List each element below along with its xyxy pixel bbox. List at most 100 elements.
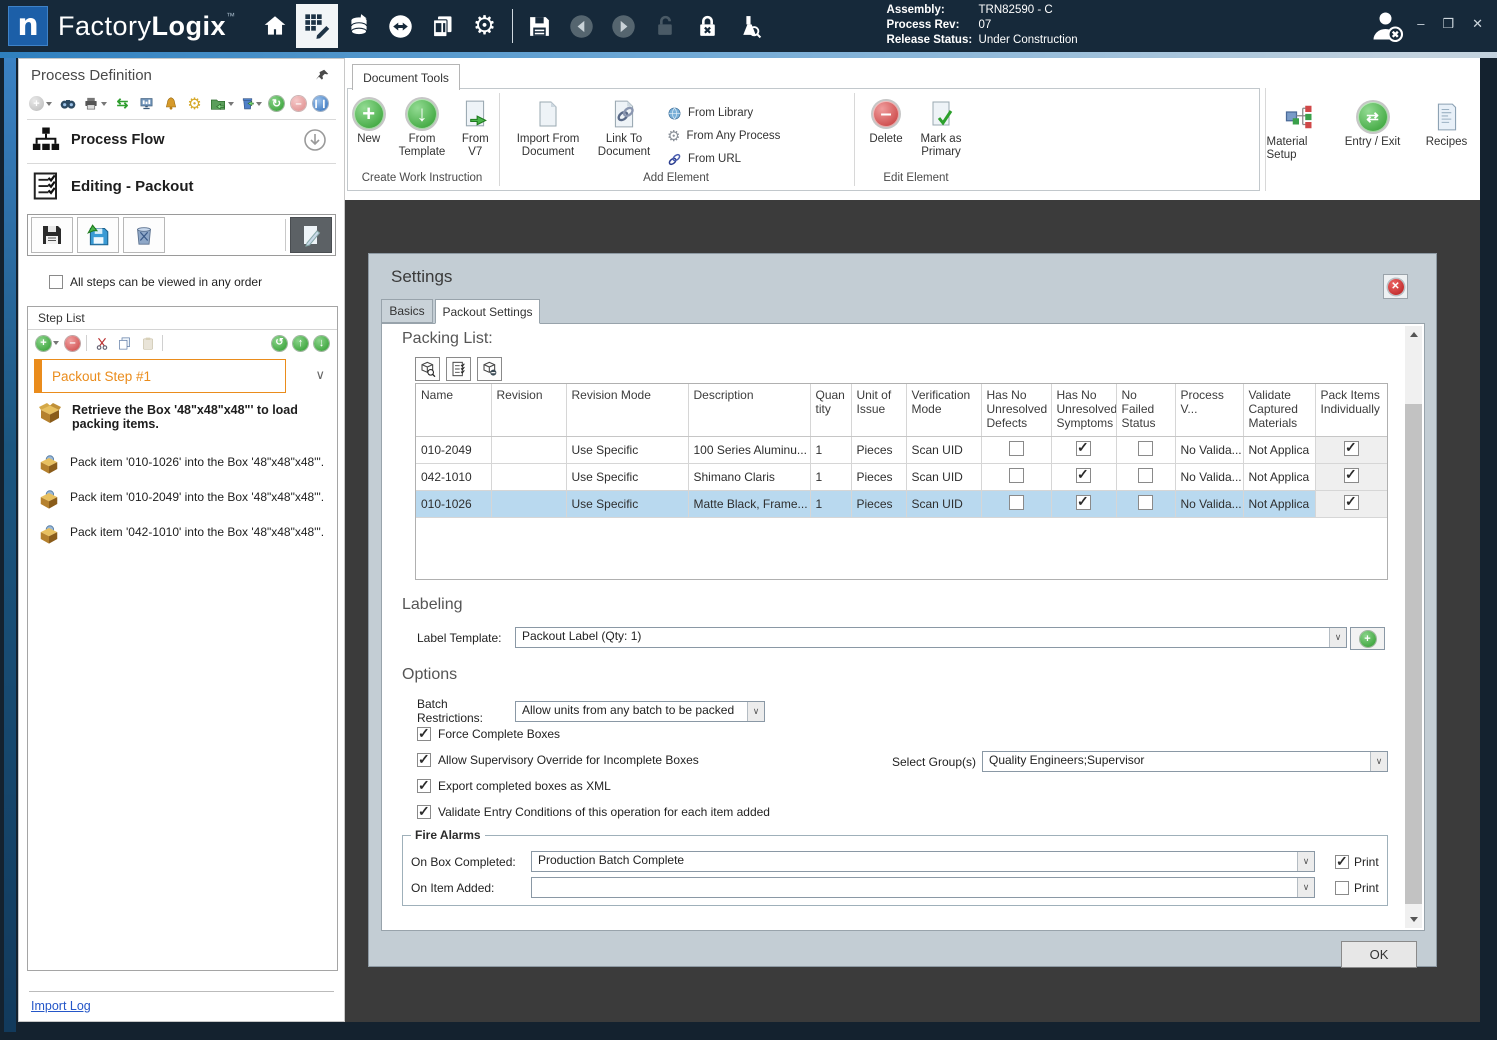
window-maximize-button[interactable]: ❒ bbox=[1442, 16, 1454, 32]
column-header[interactable]: Has No Unresolved Symptoms bbox=[1051, 384, 1117, 437]
delete-element-button[interactable]: – Delete bbox=[863, 95, 909, 146]
row-checkbox[interactable] bbox=[1344, 466, 1359, 483]
window-close-button[interactable]: ✕ bbox=[1472, 16, 1483, 32]
any-order-option[interactable]: All steps can be viewed in any order bbox=[49, 275, 262, 289]
row-checkbox[interactable] bbox=[1138, 468, 1153, 483]
settings-button[interactable]: ⚙ bbox=[464, 4, 506, 48]
on-box-print-checkbox[interactable] bbox=[1335, 853, 1349, 870]
from-library-button[interactable]: From Library bbox=[667, 103, 780, 123]
on-box-completed-dropdown[interactable]: Production Batch Complete ∨ bbox=[531, 851, 1315, 872]
column-header[interactable]: Unit of Issue bbox=[851, 384, 907, 437]
edit-list-button[interactable] bbox=[446, 357, 471, 381]
entry-exit-button[interactable]: ⇄ Entry / Exit bbox=[1341, 98, 1405, 149]
unlock-button[interactable] bbox=[645, 4, 687, 48]
recipes-button[interactable]: Recipes bbox=[1415, 98, 1479, 149]
lock-exclude-button[interactable] bbox=[687, 4, 729, 48]
remove-box-button[interactable] bbox=[477, 357, 502, 381]
column-header[interactable]: Has No Unresolved Defects bbox=[981, 384, 1052, 437]
column-header[interactable]: Revision Mode bbox=[566, 384, 689, 437]
window-minimize-button[interactable]: – bbox=[1417, 16, 1424, 32]
row-checkbox[interactable] bbox=[1138, 441, 1153, 456]
supervisory-override-option[interactable]: Allow Supervisory Override for Incomplet… bbox=[417, 751, 699, 768]
column-header[interactable]: Validate Captured Materials bbox=[1243, 384, 1316, 437]
bell-icon[interactable] bbox=[162, 95, 179, 112]
select-groups-dropdown[interactable]: Quality Engineers;Supervisor ∨ bbox=[982, 751, 1388, 772]
material-setup-button[interactable]: Material Setup bbox=[1267, 98, 1331, 162]
delete-process-button[interactable] bbox=[241, 96, 262, 111]
undo-button[interactable] bbox=[561, 4, 603, 48]
rearrange-icon[interactable]: ⇆ bbox=[114, 95, 131, 112]
column-header[interactable]: Quantity bbox=[810, 384, 852, 437]
column-header[interactable]: Pack Items Individually bbox=[1315, 384, 1387, 437]
table-row[interactable]: 010-2049 Use Specific 100 Series Aluminu..… bbox=[416, 436, 1387, 464]
scroll-down-button[interactable] bbox=[1405, 911, 1422, 928]
row-checkbox[interactable] bbox=[1076, 466, 1091, 483]
tab-basics[interactable]: Basics bbox=[381, 299, 433, 323]
paste-icon[interactable] bbox=[139, 335, 156, 352]
step-activity-item[interactable]: Retrieve the Box '48"x48"x48"' to load p… bbox=[38, 403, 326, 431]
force-complete-boxes-checkbox[interactable] bbox=[417, 725, 431, 742]
validate-entry-conditions-option[interactable]: Validate Entry Conditions of this operat… bbox=[417, 803, 770, 820]
column-header[interactable]: Process V... bbox=[1175, 384, 1244, 437]
mark-as-primary-button[interactable]: Mark as Primary bbox=[913, 95, 969, 159]
table-row[interactable]: 010-1026 Use Specific Matte Black, Frame..… bbox=[416, 490, 1387, 518]
documents-button[interactable] bbox=[422, 4, 464, 48]
pin-icon[interactable] bbox=[316, 68, 330, 82]
batch-restrictions-dropdown[interactable]: Allow units from any batch to be packed ∨ bbox=[515, 700, 765, 722]
on-item-added-dropdown[interactable]: ∨ bbox=[531, 877, 1315, 898]
any-order-checkbox[interactable] bbox=[49, 275, 63, 289]
supervisory-override-checkbox[interactable] bbox=[417, 751, 431, 768]
redo-button[interactable] bbox=[603, 4, 645, 48]
materials-button[interactable] bbox=[338, 4, 380, 48]
scrollbar-thumb[interactable] bbox=[1405, 404, 1422, 904]
gear-gold-icon[interactable]: ⚙ bbox=[186, 94, 203, 113]
export-xml-option[interactable]: Export completed boxes as XML bbox=[417, 777, 611, 794]
column-header[interactable]: No Failed Status bbox=[1116, 384, 1176, 437]
dialog-close-button[interactable]: ✕ bbox=[1383, 274, 1408, 299]
find-box-button[interactable] bbox=[415, 357, 440, 381]
add-step-button[interactable]: + bbox=[29, 96, 52, 111]
tab-packout-settings[interactable]: Packout Settings bbox=[435, 299, 540, 324]
remove-item-button[interactable]: – bbox=[65, 335, 80, 351]
move-up-icon[interactable]: ↑ bbox=[293, 335, 308, 351]
new-button[interactable]: + New bbox=[348, 95, 389, 146]
on-box-print-option[interactable]: Print bbox=[1335, 853, 1379, 870]
validate-entry-conditions-checkbox[interactable] bbox=[417, 803, 431, 820]
export-xml-checkbox[interactable] bbox=[417, 777, 431, 794]
add-label-template-button[interactable]: + bbox=[1350, 627, 1385, 650]
ok-button[interactable]: OK bbox=[1341, 941, 1417, 968]
link-to-document-button[interactable]: Link To Document bbox=[591, 95, 657, 159]
step-activity-item[interactable]: Pack item '010-1026' into the Box '48"x4… bbox=[38, 455, 326, 475]
import-log-link[interactable]: Import Log bbox=[31, 999, 91, 1013]
save-button[interactable] bbox=[519, 4, 561, 48]
row-checkbox[interactable] bbox=[1008, 495, 1024, 510]
row-checkbox[interactable] bbox=[1076, 439, 1091, 456]
scroll-up-button[interactable] bbox=[1405, 326, 1422, 343]
from-any-process-button[interactable]: ⚙ From Any Process bbox=[667, 126, 780, 146]
row-checkbox[interactable] bbox=[1008, 441, 1024, 456]
force-complete-boxes-option[interactable]: Force Complete Boxes bbox=[417, 725, 560, 742]
table-row[interactable]: 042-1010 Use Specific Shimano Claris 1 Piece… bbox=[416, 463, 1387, 491]
transfer-button[interactable] bbox=[380, 4, 422, 48]
from-template-button[interactable]: ↓ From Template bbox=[393, 95, 450, 159]
process-editor-button[interactable] bbox=[295, 4, 338, 48]
refresh-icon[interactable]: ↻ bbox=[269, 96, 284, 111]
import-from-document-button[interactable]: Import From Document bbox=[509, 95, 587, 159]
edit-mode-button[interactable] bbox=[290, 217, 332, 253]
save-step-button[interactable] bbox=[31, 217, 73, 253]
revert-step-button[interactable] bbox=[77, 217, 119, 253]
on-item-print-option[interactable]: Print bbox=[1335, 880, 1379, 895]
column-header[interactable]: Name bbox=[416, 384, 492, 437]
step-expand-chevron[interactable]: ∨ bbox=[315, 367, 325, 383]
validate-step-icon[interactable]: ↺ bbox=[272, 335, 287, 351]
on-item-print-checkbox[interactable] bbox=[1335, 880, 1349, 895]
row-checkbox[interactable] bbox=[1344, 439, 1359, 456]
row-checkbox[interactable] bbox=[1076, 493, 1091, 510]
audit-button[interactable] bbox=[729, 4, 771, 48]
column-header[interactable]: Verification Mode bbox=[906, 384, 982, 437]
vertical-scrollbar[interactable] bbox=[1405, 326, 1422, 928]
row-checkbox[interactable] bbox=[1008, 468, 1024, 483]
print-button[interactable] bbox=[83, 96, 107, 111]
home-button[interactable] bbox=[254, 4, 296, 48]
column-header[interactable]: Revision bbox=[491, 384, 567, 437]
